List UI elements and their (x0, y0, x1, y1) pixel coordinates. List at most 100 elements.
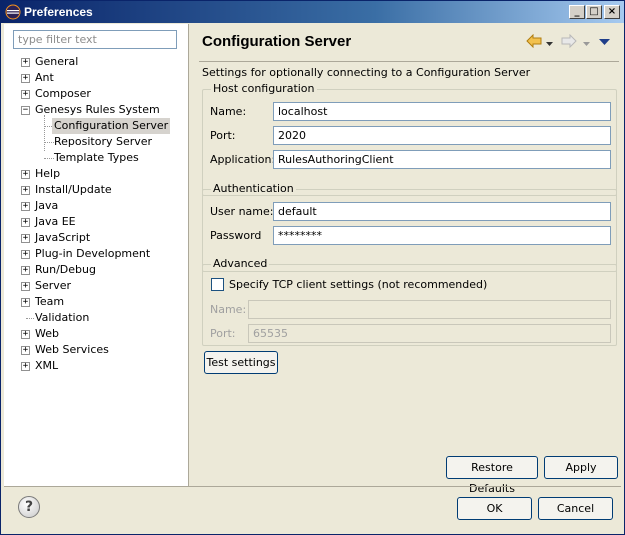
tree-item[interactable]: Configuration Server (4, 118, 189, 134)
application-field[interactable] (273, 150, 611, 169)
tree-item[interactable]: + JavaScript (4, 230, 189, 246)
tree-item-label: Validation (35, 311, 90, 324)
name-label: Name: (210, 105, 247, 118)
host-port-field[interactable] (273, 126, 611, 145)
tcp-settings-checkbox[interactable] (211, 278, 224, 291)
cancel-button[interactable]: Cancel (538, 497, 613, 520)
expand-icon[interactable]: + (21, 58, 30, 67)
back-arrow-icon[interactable] (526, 33, 542, 51)
password-field[interactable] (273, 226, 611, 245)
apply-button[interactable]: Apply (544, 456, 618, 479)
tree-item-label: Team (35, 295, 65, 308)
group-title: Host configuration (211, 82, 317, 95)
tree-item-label: Template Types (54, 151, 139, 164)
page-header: Configuration Server (190, 24, 621, 59)
tcp-name-label: Name: (210, 303, 247, 316)
advanced-group: Advanced Specify TCP client settings (no… (202, 257, 617, 346)
tree-item-label: Genesys Rules System (35, 103, 160, 116)
minimize-button[interactable]: _ (569, 5, 585, 19)
dialog-client-area: +General+Ant+Composer−Genesys Rules Syst… (4, 24, 621, 532)
application-label: Application: (210, 153, 276, 166)
footer-separator (4, 486, 621, 487)
expand-icon[interactable]: + (21, 186, 30, 195)
tcp-name-field[interactable] (248, 300, 611, 319)
close-button[interactable]: × (604, 5, 620, 19)
port-label: Port: (210, 129, 236, 142)
tree-item[interactable]: + Install/Update (4, 182, 189, 198)
forward-arrow-icon[interactable] (561, 33, 577, 51)
expand-icon[interactable]: + (21, 170, 30, 179)
tree-item-label: Web (35, 327, 59, 340)
forward-menu-chevron-icon[interactable] (583, 37, 590, 50)
tree-item[interactable]: Template Types (4, 150, 189, 166)
tree-item-label: XML (35, 359, 59, 372)
tree-item[interactable]: + Composer (4, 86, 189, 102)
tree-item-label: JavaScript (35, 231, 91, 244)
tree-item-label: Composer (35, 87, 91, 100)
password-label: Password (210, 229, 262, 242)
back-menu-chevron-icon[interactable] (546, 37, 553, 50)
tcp-port-label: Port: (210, 327, 236, 340)
tree-item[interactable]: + XML (4, 358, 189, 374)
user-name-field[interactable] (273, 202, 611, 221)
tree-item[interactable]: + Team (4, 294, 189, 310)
tree-item[interactable]: + Java EE (4, 214, 189, 230)
header-separator (199, 61, 619, 62)
tree-item[interactable]: + Java (4, 198, 189, 214)
tree-item-label: Java EE (35, 215, 76, 228)
view-menu-icon[interactable] (599, 36, 610, 49)
tree-item[interactable]: + Server (4, 278, 189, 294)
expand-icon[interactable]: + (21, 282, 30, 291)
expand-icon[interactable]: + (21, 74, 30, 83)
tree-item[interactable]: + General (4, 54, 189, 70)
preferences-window: Preferences _ □ × +General+Ant+Composer−… (0, 0, 625, 535)
tree-item[interactable]: + Help (4, 166, 189, 182)
tcp-port-field[interactable] (248, 324, 611, 343)
title-bar[interactable]: Preferences _ □ × (1, 1, 624, 23)
help-icon[interactable]: ? (18, 496, 40, 518)
tree-item-label: Configuration Server (52, 118, 171, 134)
filter-input[interactable] (13, 30, 177, 49)
tree-item[interactable]: Repository Server (4, 134, 189, 150)
expand-icon[interactable]: + (21, 90, 30, 99)
tree-item[interactable]: Validation (4, 310, 189, 326)
tree-item[interactable]: − Genesys Rules System (4, 102, 189, 118)
tree-connector (44, 115, 45, 151)
tree-item[interactable]: + Web (4, 326, 189, 342)
expand-icon[interactable]: + (21, 346, 30, 355)
expand-icon[interactable]: + (21, 250, 30, 259)
tree-item-label: Web Services (35, 343, 109, 356)
ok-button[interactable]: OK (457, 497, 532, 520)
expand-icon[interactable]: + (21, 330, 30, 339)
host-name-field[interactable] (273, 102, 611, 121)
expand-icon[interactable]: + (21, 298, 30, 307)
tree-item-label: Server (35, 279, 72, 292)
tree-item-label: Run/Debug (35, 263, 96, 276)
tree-item[interactable]: + Run/Debug (4, 262, 189, 278)
group-title: Advanced (211, 257, 270, 270)
expand-icon[interactable]: + (21, 362, 30, 371)
test-settings-button[interactable]: Test settings (204, 351, 278, 374)
window-title: Preferences (24, 5, 93, 19)
maximize-button[interactable]: □ (586, 5, 602, 19)
tree-item-label: Ant (35, 71, 54, 84)
expand-icon[interactable]: + (21, 202, 30, 211)
tree-item-label: Repository Server (54, 135, 153, 148)
host-configuration-group: Host configuration Name: Port: Applicati… (202, 82, 617, 196)
group-title: Authentication (211, 182, 296, 195)
expand-icon[interactable]: + (21, 234, 30, 243)
expand-icon[interactable]: + (21, 266, 30, 275)
tcp-settings-label[interactable]: Specify TCP client settings (not recomme… (229, 278, 487, 291)
tree-item-label: Install/Update (35, 183, 112, 196)
tree-item[interactable]: + Ant (4, 70, 189, 86)
expand-icon[interactable]: + (21, 218, 30, 227)
page-title: Configuration Server (202, 33, 352, 50)
tree-item-label: General (35, 55, 79, 68)
restore-defaults-button[interactable]: Restore Defaults (446, 456, 538, 495)
collapse-icon[interactable]: − (21, 106, 30, 115)
tree-item-label: Java (35, 199, 59, 212)
tree-item[interactable]: + Plug-in Development (4, 246, 189, 262)
user-name-label: User name: (210, 205, 274, 218)
eclipse-icon (5, 4, 21, 20)
tree-item[interactable]: + Web Services (4, 342, 189, 358)
